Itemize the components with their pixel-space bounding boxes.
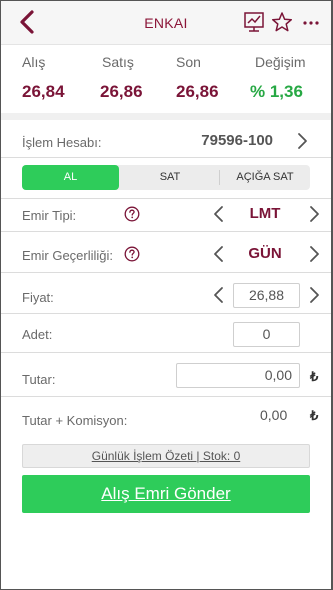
submit-buy-order-button[interactable]: Alış Emri Gönder	[22, 475, 310, 513]
sell-price-value: 26,86	[100, 82, 143, 101]
chevron-right-icon[interactable]	[308, 286, 320, 304]
lira-symbol: ₺	[310, 408, 319, 423]
divider	[1, 157, 331, 158]
section-divider	[1, 113, 331, 120]
divider	[1, 231, 331, 232]
divider	[1, 352, 331, 353]
divider	[1, 272, 331, 273]
tab-buy[interactable]: AL	[22, 165, 119, 190]
buy-price-label: Alış	[22, 54, 46, 70]
quantity-input[interactable]: 0	[233, 322, 300, 347]
sell-price-label: Satış	[102, 54, 134, 70]
chevron-right-icon[interactable]	[308, 205, 320, 223]
chevron-right-icon[interactable]	[296, 132, 308, 150]
amount-commission-value: 0,00	[260, 407, 288, 423]
order-validity-label: Emir Geçerliliği:	[22, 248, 114, 263]
chart-icon[interactable]	[243, 11, 265, 33]
help-icon[interactable]	[124, 246, 140, 262]
order-validity-value: GÜN	[248, 245, 282, 262]
chevron-left-icon[interactable]	[213, 245, 225, 263]
buy-price-value: 26,84	[22, 82, 65, 101]
tab-sell[interactable]: SAT	[122, 165, 218, 190]
price-input[interactable]: 26,88	[233, 283, 300, 308]
order-side-tabs: AL SAT AÇIĞA SAT	[22, 165, 310, 190]
star-icon[interactable]	[271, 11, 293, 33]
tab-short-sell[interactable]: AÇIĞA SAT	[220, 165, 310, 190]
divider	[1, 313, 331, 314]
chevron-left-icon[interactable]	[213, 205, 225, 223]
account-label: İşlem Hesabı:	[22, 135, 102, 150]
more-icon[interactable]	[301, 11, 321, 33]
change-label: Değişim	[255, 54, 306, 70]
last-price-label: Son	[176, 54, 201, 70]
price-label: Fiyat:	[22, 290, 54, 305]
order-type-value: LMT	[249, 205, 281, 222]
top-bar: ENKAI	[1, 1, 331, 45]
divider	[1, 198, 331, 199]
chevron-right-icon[interactable]	[308, 245, 320, 263]
divider	[1, 396, 331, 397]
lira-symbol: ₺	[310, 369, 319, 384]
last-price-value: 26,86	[176, 82, 219, 101]
change-value: % 1,36	[250, 82, 303, 101]
chevron-left-icon[interactable]	[213, 286, 225, 304]
amount-commission-label: Tutar + Komisyon:	[22, 413, 128, 428]
amount-input[interactable]: 0,00	[176, 363, 300, 388]
amount-label: Tutar:	[22, 372, 56, 387]
help-icon[interactable]	[124, 206, 140, 222]
daily-summary-link[interactable]: Günlük İşlem Özeti | Stok: 0	[22, 444, 310, 468]
account-number[interactable]: 79596-100	[201, 132, 273, 149]
quantity-label: Adet:	[22, 327, 53, 342]
order-type-label: Emir Tipi:	[22, 208, 77, 223]
